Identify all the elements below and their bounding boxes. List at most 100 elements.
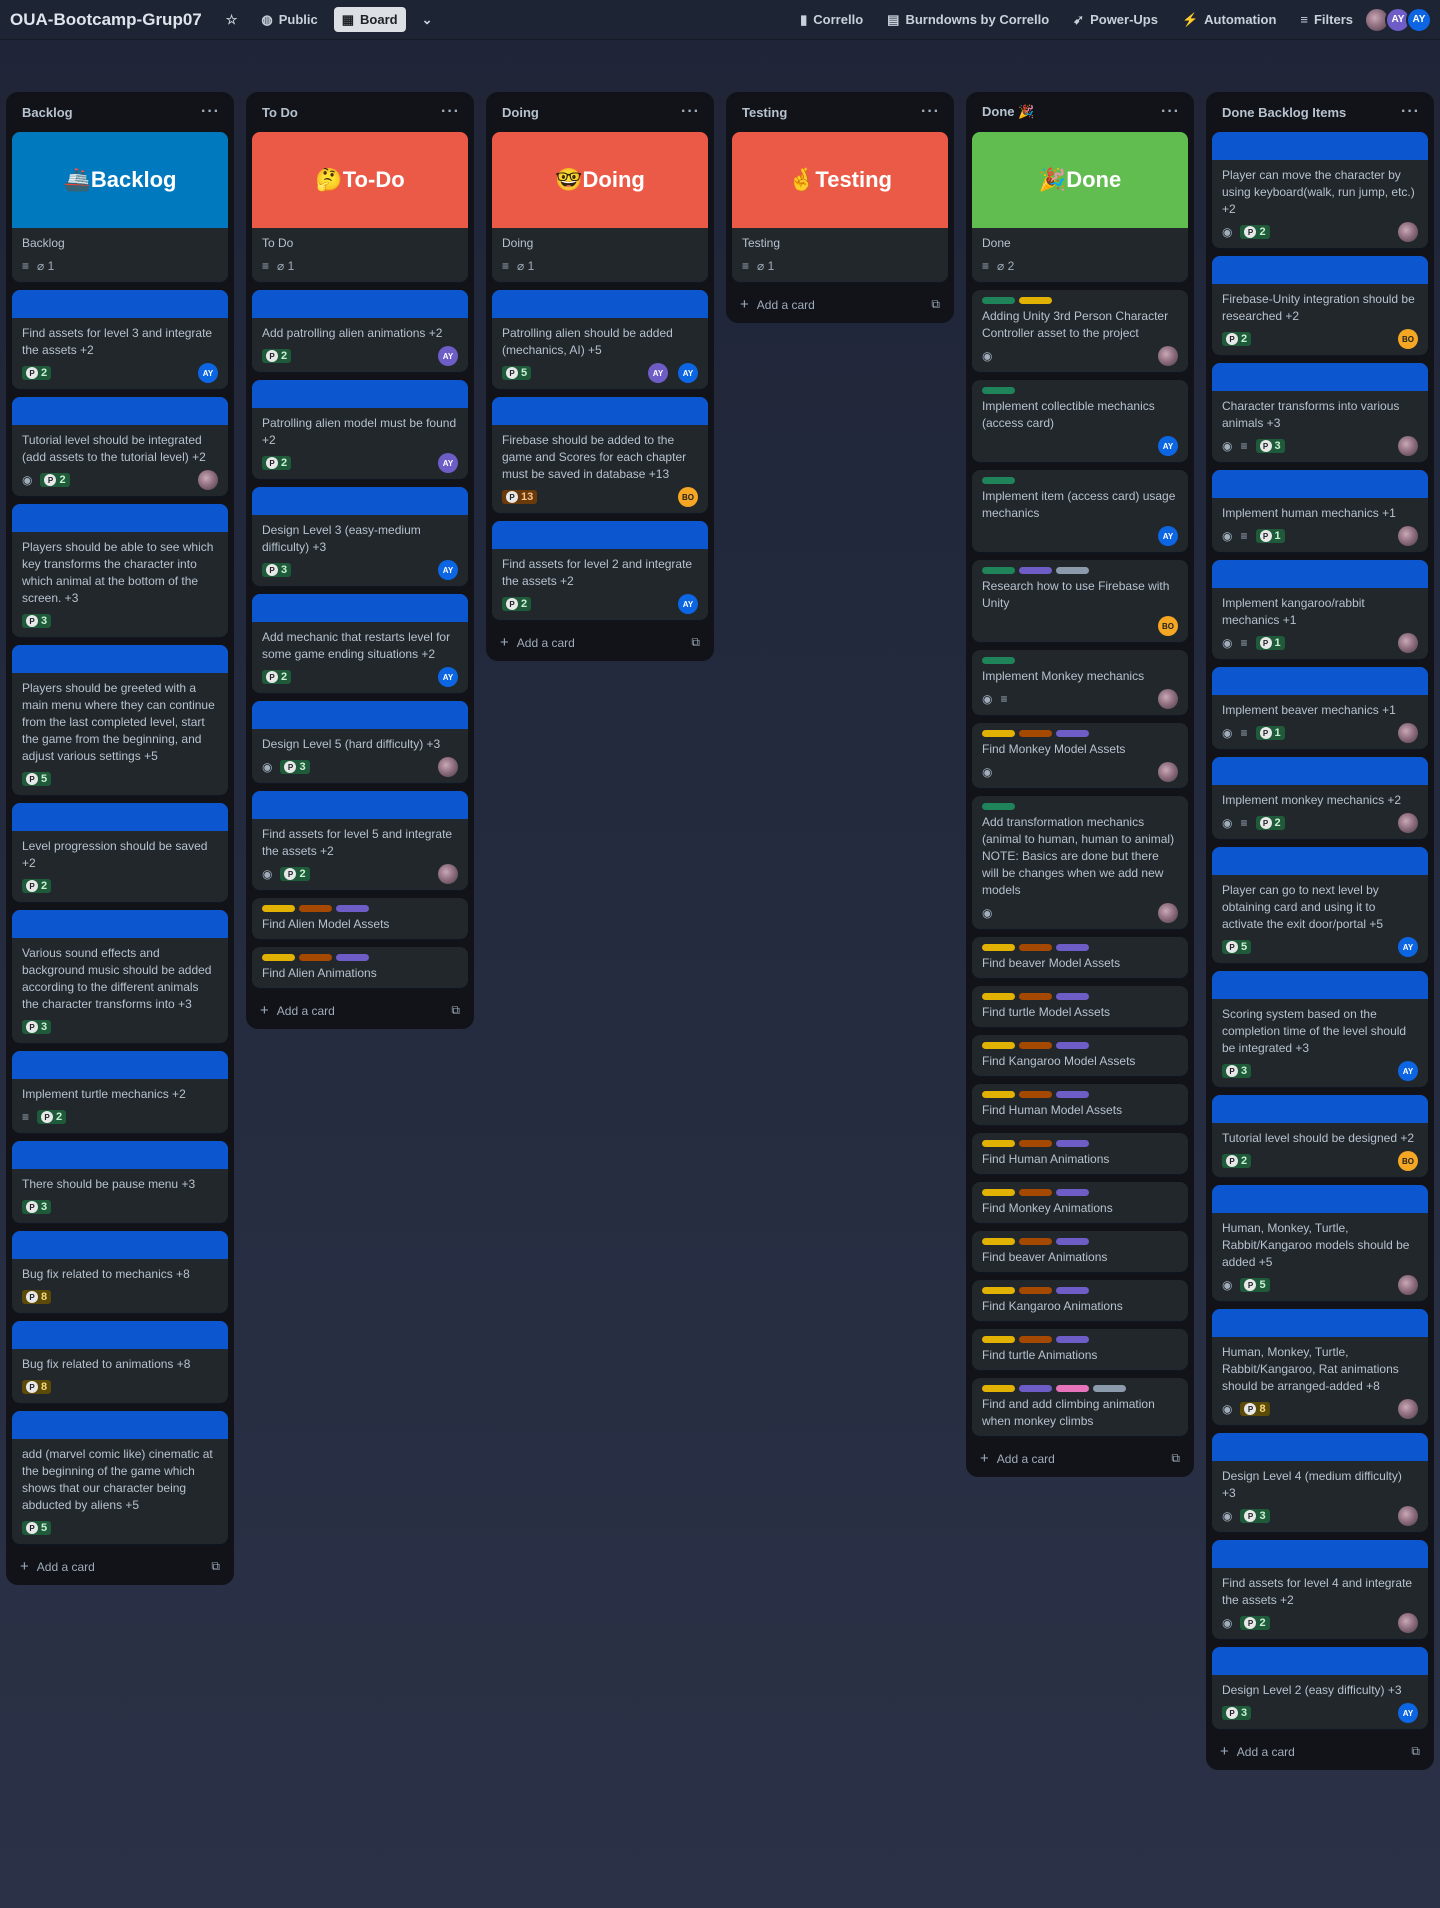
- card[interactable]: Firebase-Unity integration should be res…: [1212, 256, 1428, 355]
- member-avatar[interactable]: [438, 757, 458, 777]
- label-chip[interactable]: [1056, 1091, 1089, 1098]
- card[interactable]: Human, Monkey, Turtle, Rabbit/Kangaroo, …: [1212, 1309, 1428, 1425]
- label-chip[interactable]: [1019, 993, 1052, 1000]
- card[interactable]: Research how to use Firebase with Unity B…: [972, 560, 1188, 642]
- filters-button[interactable]: ≡ Filters: [1292, 7, 1361, 32]
- card[interactable]: Implement turtle mechanics +2 ≡ P 2: [12, 1051, 228, 1133]
- card[interactable]: Design Level 3 (easy-medium difficulty) …: [252, 487, 468, 586]
- card[interactable]: Implement item (access card) usage mecha…: [972, 470, 1188, 552]
- card[interactable]: Find turtle Animations: [972, 1329, 1188, 1370]
- card[interactable]: 🎉 Done Done ≡ ⌀ 2: [972, 132, 1188, 282]
- card[interactable]: Implement Monkey mechanics ◉ ≡: [972, 650, 1188, 715]
- template-icon[interactable]: ⧉: [1171, 1451, 1180, 1466]
- card[interactable]: Players should be able to see which key …: [12, 504, 228, 637]
- label-chip[interactable]: [982, 730, 1015, 737]
- label-chip[interactable]: [982, 387, 1015, 394]
- view-switcher-button[interactable]: ⌄: [414, 8, 441, 31]
- card[interactable]: Find assets for level 4 and integrate th…: [1212, 1540, 1428, 1639]
- card[interactable]: Find assets for level 3 and integrate th…: [12, 290, 228, 389]
- card[interactable]: Implement collectible mechanics (access …: [972, 380, 1188, 462]
- template-icon[interactable]: ⧉: [451, 1003, 460, 1018]
- card[interactable]: Design Level 4 (medium difficulty) +3 ◉ P 3: [1212, 1433, 1428, 1532]
- label-chip[interactable]: [982, 993, 1015, 1000]
- card[interactable]: Various sound effects and background mus…: [12, 910, 228, 1043]
- member-avatar[interactable]: [1398, 526, 1418, 546]
- more-icon[interactable]: ···: [441, 103, 460, 121]
- card[interactable]: Find Kangaroo Animations: [972, 1280, 1188, 1321]
- more-icon[interactable]: ···: [921, 103, 940, 121]
- list-header[interactable]: Doing ···: [492, 92, 708, 132]
- label-chip[interactable]: [1019, 1287, 1052, 1294]
- more-icon[interactable]: ···: [1401, 103, 1420, 121]
- card[interactable]: Find Monkey Model Assets ◉: [972, 723, 1188, 788]
- member-avatar[interactable]: [438, 864, 458, 884]
- template-icon[interactable]: ⧉: [691, 635, 700, 650]
- label-chip[interactable]: [1019, 567, 1052, 574]
- card[interactable]: Find turtle Model Assets: [972, 986, 1188, 1027]
- automation-button[interactable]: ⚡ Automation: [1174, 7, 1284, 32]
- star-button[interactable]: ☆: [218, 8, 246, 31]
- corrello-button[interactable]: ▮ Corrello: [792, 7, 871, 32]
- card[interactable]: Level progression should be saved +2 P 2: [12, 803, 228, 902]
- card[interactable]: Tutorial level should be integrated (add…: [12, 397, 228, 496]
- label-chip[interactable]: [262, 954, 295, 961]
- list-header[interactable]: Testing ···: [732, 92, 948, 132]
- label-chip[interactable]: [1056, 1287, 1089, 1294]
- member-avatar[interactable]: [1398, 1506, 1418, 1526]
- label-chip[interactable]: [1056, 567, 1089, 574]
- card[interactable]: Find Kangaroo Model Assets: [972, 1035, 1188, 1076]
- label-chip[interactable]: [982, 1238, 1015, 1245]
- list-title[interactable]: Doing: [502, 105, 539, 120]
- member-avatar[interactable]: BO: [1158, 616, 1178, 636]
- label-chip[interactable]: [336, 954, 369, 961]
- card[interactable]: Adding Unity 3rd Person Character Contro…: [972, 290, 1188, 372]
- card[interactable]: Find beaver Animations: [972, 1231, 1188, 1272]
- member-avatar[interactable]: [1398, 222, 1418, 242]
- card[interactable]: 🤔 To-Do To Do ≡ ⌀ 1: [252, 132, 468, 282]
- member-avatar[interactable]: AY: [438, 453, 458, 473]
- label-chip[interactable]: [1019, 1140, 1052, 1147]
- member-avatar[interactable]: BO: [1398, 329, 1418, 349]
- member-avatar[interactable]: [1158, 346, 1178, 366]
- member-avatar[interactable]: [1398, 723, 1418, 743]
- add-card-button[interactable]: + Add a card: [740, 296, 815, 313]
- label-chip[interactable]: [299, 954, 332, 961]
- card[interactable]: Design Level 2 (easy difficulty) +3 P 3 AY: [1212, 1647, 1428, 1729]
- label-chip[interactable]: [982, 297, 1015, 304]
- label-chip[interactable]: [299, 905, 332, 912]
- card[interactable]: Firebase should be added to the game and…: [492, 397, 708, 513]
- label-chip[interactable]: [982, 657, 1015, 664]
- visibility-button[interactable]: ◍ Public: [253, 7, 325, 32]
- label-chip[interactable]: [1056, 1140, 1089, 1147]
- member-avatar[interactable]: [1158, 903, 1178, 923]
- label-chip[interactable]: [982, 1140, 1015, 1147]
- list-header[interactable]: To Do ···: [252, 92, 468, 132]
- card[interactable]: Player can go to next level by obtaining…: [1212, 847, 1428, 963]
- label-chip[interactable]: [1056, 1042, 1089, 1049]
- label-chip[interactable]: [982, 1091, 1015, 1098]
- member-avatar[interactable]: [198, 470, 218, 490]
- label-chip[interactable]: [982, 1336, 1015, 1343]
- template-icon[interactable]: ⧉: [1411, 1744, 1420, 1759]
- card[interactable]: Find Alien Animations: [252, 947, 468, 988]
- card[interactable]: Add transformation mechanics (animal to …: [972, 796, 1188, 929]
- member-avatar[interactable]: BO: [1398, 1151, 1418, 1171]
- list-title[interactable]: Done Backlog Items: [1222, 105, 1346, 120]
- member-avatar[interactable]: AY: [1398, 937, 1418, 957]
- card[interactable]: Find Monkey Animations: [972, 1182, 1188, 1223]
- card[interactable]: 🤞 Testing Testing ≡ ⌀ 1: [732, 132, 948, 282]
- member-avatar[interactable]: [1398, 436, 1418, 456]
- add-card-button[interactable]: + Add a card: [500, 634, 575, 651]
- card[interactable]: Bug fix related to animations +8 P 8: [12, 1321, 228, 1403]
- card[interactable]: Find assets for level 5 and integrate th…: [252, 791, 468, 890]
- add-card-button[interactable]: + Add a card: [1220, 1743, 1295, 1760]
- more-icon[interactable]: ···: [681, 103, 700, 121]
- member-avatar[interactable]: [1398, 1613, 1418, 1633]
- member-avatar[interactable]: [1398, 633, 1418, 653]
- list-header[interactable]: Done 🎉 ···: [972, 92, 1188, 132]
- list-title[interactable]: Backlog: [22, 105, 73, 120]
- avatar[interactable]: AY: [1406, 6, 1432, 33]
- member-avatar[interactable]: AY: [438, 560, 458, 580]
- card[interactable]: Patrolling alien model must be found +2 P…: [252, 380, 468, 479]
- card[interactable]: Implement beaver mechanics +1 ◉ ≡ P 1: [1212, 667, 1428, 749]
